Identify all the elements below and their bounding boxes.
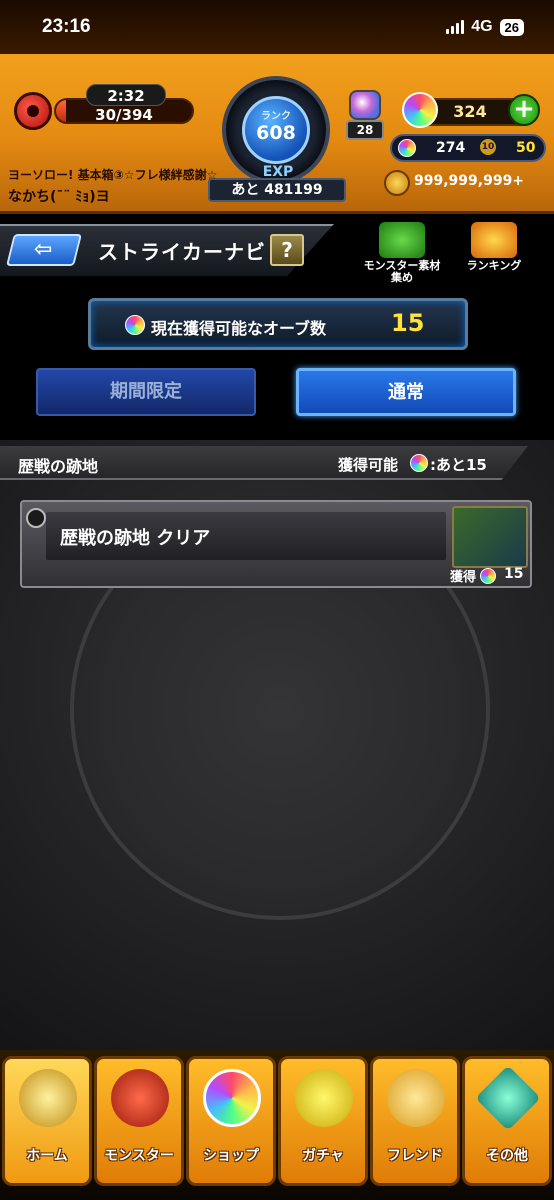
nav-home[interactable]: ホーム [2, 1056, 92, 1186]
sub-orb-counter: 274 10 50 [390, 134, 546, 162]
home-icon [19, 1069, 77, 1127]
stamina-value: 30/394 [95, 106, 153, 124]
nav-friend-label: フレンド [387, 1148, 443, 1164]
monster-materials-button[interactable]: モンスター素材集め [362, 222, 442, 284]
item-box-icon[interactable] [349, 90, 381, 120]
nav-monster[interactable]: モンスター [94, 1056, 184, 1186]
exp-remaining: あと 481199 [208, 178, 346, 202]
nav-other[interactable]: その他 [462, 1056, 552, 1186]
back-arrow-icon: ⇦ [34, 237, 53, 262]
help-button[interactable]: ? [270, 234, 304, 266]
other-icon [475, 1065, 541, 1131]
battery-icon: 26 [499, 18, 524, 36]
mission-item[interactable]: 歴戦の跡地 クリア 獲得 15 [20, 500, 532, 588]
bottom-nav: ホーム モンスター ショップ ガチャ フレンド その他 [0, 1050, 554, 1200]
nav-home-label: ホーム [26, 1148, 68, 1164]
player-name: なかち(¯¨ ﾐｮ)ヨ [8, 189, 110, 205]
section-remaining: :あと15 [430, 456, 487, 474]
mission-reward-value: 15 [504, 566, 524, 582]
tab-limited[interactable]: 期間限定 [36, 368, 256, 416]
monster-icon [111, 1069, 169, 1127]
signal-icon [446, 20, 465, 34]
sub-orb-value2: 50 [516, 140, 536, 156]
orb-count: 324 [453, 102, 487, 121]
coin-icon [384, 170, 410, 196]
buy-orbs-button[interactable]: + [508, 94, 540, 126]
nav-gacha[interactable]: ガチャ [278, 1056, 368, 1186]
rank-orb: ランク 608 [242, 96, 310, 164]
nav-monster-label: モンスター [104, 1148, 174, 1164]
ranking-label: ランキング [466, 259, 522, 272]
gacha-egg-icon [295, 1069, 353, 1127]
player-message: ヨーソロー! 基本箱③☆フレ様絆感謝☆ [8, 168, 218, 182]
nav-other-label: その他 [486, 1148, 528, 1164]
mission-reward-label: 獲得 [450, 570, 477, 585]
orb-icon [402, 92, 438, 128]
section-get-label: 獲得可能 [338, 456, 399, 474]
tab-normal[interactable]: 通常 [296, 368, 516, 416]
section-title: 歴戦の跡地 [18, 457, 99, 476]
player-header: 2:32 30/394 ランク 608 EXP あと 481199 28 324… [0, 54, 554, 214]
sub-orb-icon [398, 139, 416, 157]
clover-icon [379, 222, 425, 258]
status-bar: 23:16 4G 26 [0, 0, 554, 54]
nav-friend[interactable]: フレンド [370, 1056, 460, 1186]
available-orbs-panel: 現在獲得可能なオーブ数 15 [88, 298, 468, 350]
nav-shop[interactable]: ショップ [186, 1056, 276, 1186]
sub-orb-badge-icon: 10 [480, 139, 496, 155]
back-button[interactable]: ⇦ [6, 234, 82, 266]
status-indicators: 4G 26 [446, 18, 524, 36]
orb-shop-icon [203, 1069, 261, 1127]
rank-value: 608 [256, 122, 296, 144]
nav-shop-label: ショップ [203, 1148, 259, 1164]
friend-icon [387, 1069, 445, 1127]
pin-icon [26, 508, 46, 528]
crown-icon [471, 222, 517, 258]
network-label: 4G [471, 18, 493, 35]
status-time: 23:16 [42, 16, 91, 37]
available-orbs-value: 15 [391, 309, 425, 337]
stamina-timer: 2:32 [86, 84, 166, 106]
orb-icon [480, 568, 496, 584]
orb-icon [410, 454, 428, 472]
mission-label: 歴戦の跡地 クリア [60, 528, 211, 549]
item-box-count: 28 [346, 120, 384, 140]
ranking-button[interactable]: ランキング [454, 222, 534, 282]
available-orbs-label: 現在獲得可能なオーブ数 [151, 319, 327, 338]
mission-thumbnail [452, 506, 528, 568]
monster-materials-label: モンスター素材集め [363, 259, 441, 284]
rank-label: ランク [261, 111, 291, 122]
sub-orb-value: 274 [436, 140, 466, 156]
page-title: ストライカーナビ [98, 240, 266, 264]
mission-label-plate: 歴戦の跡地 クリア [46, 512, 446, 560]
orb-icon [125, 315, 145, 335]
nav-gacha-label: ガチャ [302, 1148, 344, 1164]
section-header: 歴戦の跡地 獲得可能 :あと15 [0, 446, 528, 480]
page-titlebar: ⇦ ストライカーナビ ? [0, 220, 340, 278]
coin-count: 999,999,999+ [414, 173, 525, 189]
stamina-icon [14, 92, 52, 130]
